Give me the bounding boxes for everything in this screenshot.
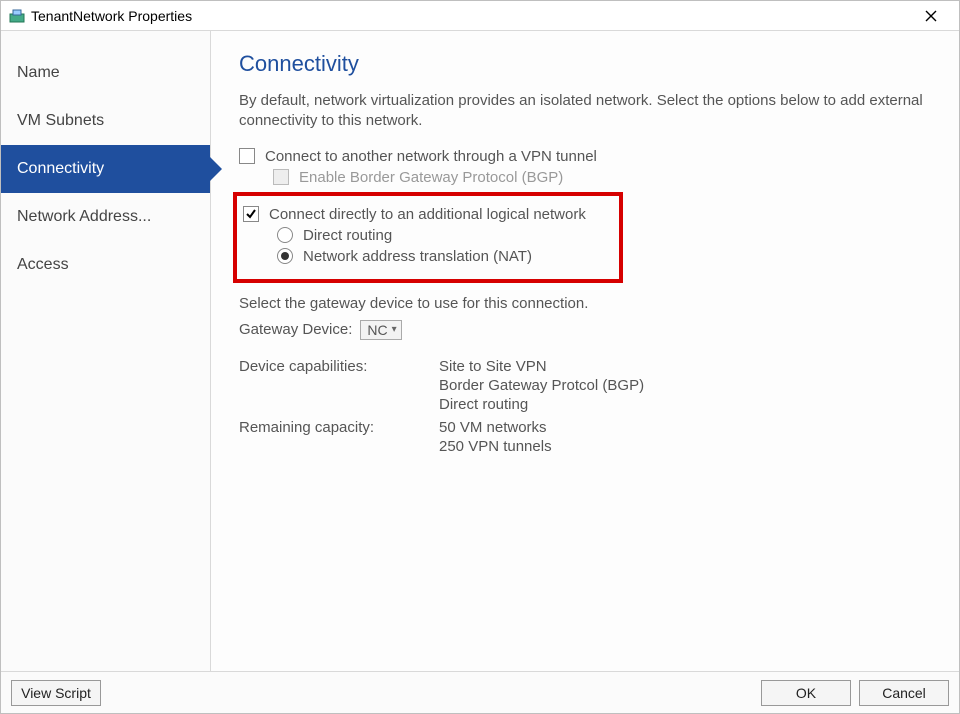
close-button[interactable] <box>911 2 951 30</box>
sidebar-item-label: VM Subnets <box>17 112 104 130</box>
sidebar-item-connectivity[interactable]: Connectivity <box>1 145 210 193</box>
checkbox-icon <box>239 148 255 164</box>
option-label: Direct routing <box>303 227 392 244</box>
sidebar-item-name[interactable]: Name <box>1 49 210 97</box>
properties-dialog: TenantNetwork Properties Name VM Subnets… <box>0 0 960 714</box>
remaining-capacity-values: 50 VM networks 250 VPN tunnels <box>439 419 552 455</box>
radio-icon <box>277 227 293 243</box>
sidebar-item-label: Access <box>17 256 69 274</box>
gateway-device-label: Gateway Device: <box>239 321 352 338</box>
gateway-device-select[interactable]: NC ▾ <box>360 320 401 340</box>
option-vpn-tunnel[interactable]: Connect to another network through a VPN… <box>239 148 935 165</box>
option-connect-directly[interactable]: Connect directly to an additional logica… <box>243 206 609 223</box>
capability-value: Site to Site VPN <box>439 358 644 375</box>
view-script-button[interactable]: View Script <box>11 680 101 706</box>
device-capabilities-label: Device capabilities: <box>239 358 439 413</box>
sidebar-item-vm-subnets[interactable]: VM Subnets <box>1 97 210 145</box>
cancel-button[interactable]: Cancel <box>859 680 949 706</box>
remaining-capacity-label: Remaining capacity: <box>239 419 439 455</box>
sidebar-item-label: Name <box>17 64 60 82</box>
sidebar-item-access[interactable]: Access <box>1 241 210 289</box>
device-capabilities-values: Site to Site VPN Border Gateway Protcol … <box>439 358 644 413</box>
option-label: Network address translation (NAT) <box>303 248 532 265</box>
option-label: Connect to another network through a VPN… <box>265 148 597 165</box>
capacity-value: 250 VPN tunnels <box>439 438 552 455</box>
dialog-footer: View Script OK Cancel <box>1 671 959 713</box>
option-label: Enable Border Gateway Protocol (BGP) <box>299 169 563 186</box>
titlebar: TenantNetwork Properties <box>1 1 959 31</box>
sidebar-item-label: Network Address... <box>17 208 151 226</box>
highlighted-section: Connect directly to an additional logica… <box>233 192 623 283</box>
sidebar-item-network-address[interactable]: Network Address... <box>1 193 210 241</box>
sidebar-item-label: Connectivity <box>17 160 104 178</box>
radio-nat[interactable]: Network address translation (NAT) <box>243 248 609 265</box>
ok-button[interactable]: OK <box>761 680 851 706</box>
option-enable-bgp: Enable Border Gateway Protocol (BGP) <box>239 169 935 186</box>
capability-value: Border Gateway Protcol (BGP) <box>439 377 644 394</box>
main-panel: Connectivity By default, network virtual… <box>211 31 959 671</box>
window-title: TenantNetwork Properties <box>31 8 192 24</box>
page-heading: Connectivity <box>239 51 935 77</box>
sidebar: Name VM Subnets Connectivity Network Add… <box>1 31 211 671</box>
checkbox-icon <box>273 169 289 185</box>
capacity-value: 50 VM networks <box>439 419 552 436</box>
option-label: Connect directly to an additional logica… <box>269 206 586 223</box>
capability-value: Direct routing <box>439 396 644 413</box>
checkbox-icon <box>243 206 259 222</box>
gateway-instruction: Select the gateway device to use for thi… <box>239 295 935 312</box>
radio-icon <box>277 248 293 264</box>
page-description: By default, network virtualization provi… <box>239 91 935 132</box>
radio-direct-routing[interactable]: Direct routing <box>243 227 609 244</box>
close-icon <box>925 10 937 22</box>
chevron-down-icon: ▾ <box>392 324 397 335</box>
select-value: NC <box>367 322 387 338</box>
app-icon <box>9 8 25 24</box>
